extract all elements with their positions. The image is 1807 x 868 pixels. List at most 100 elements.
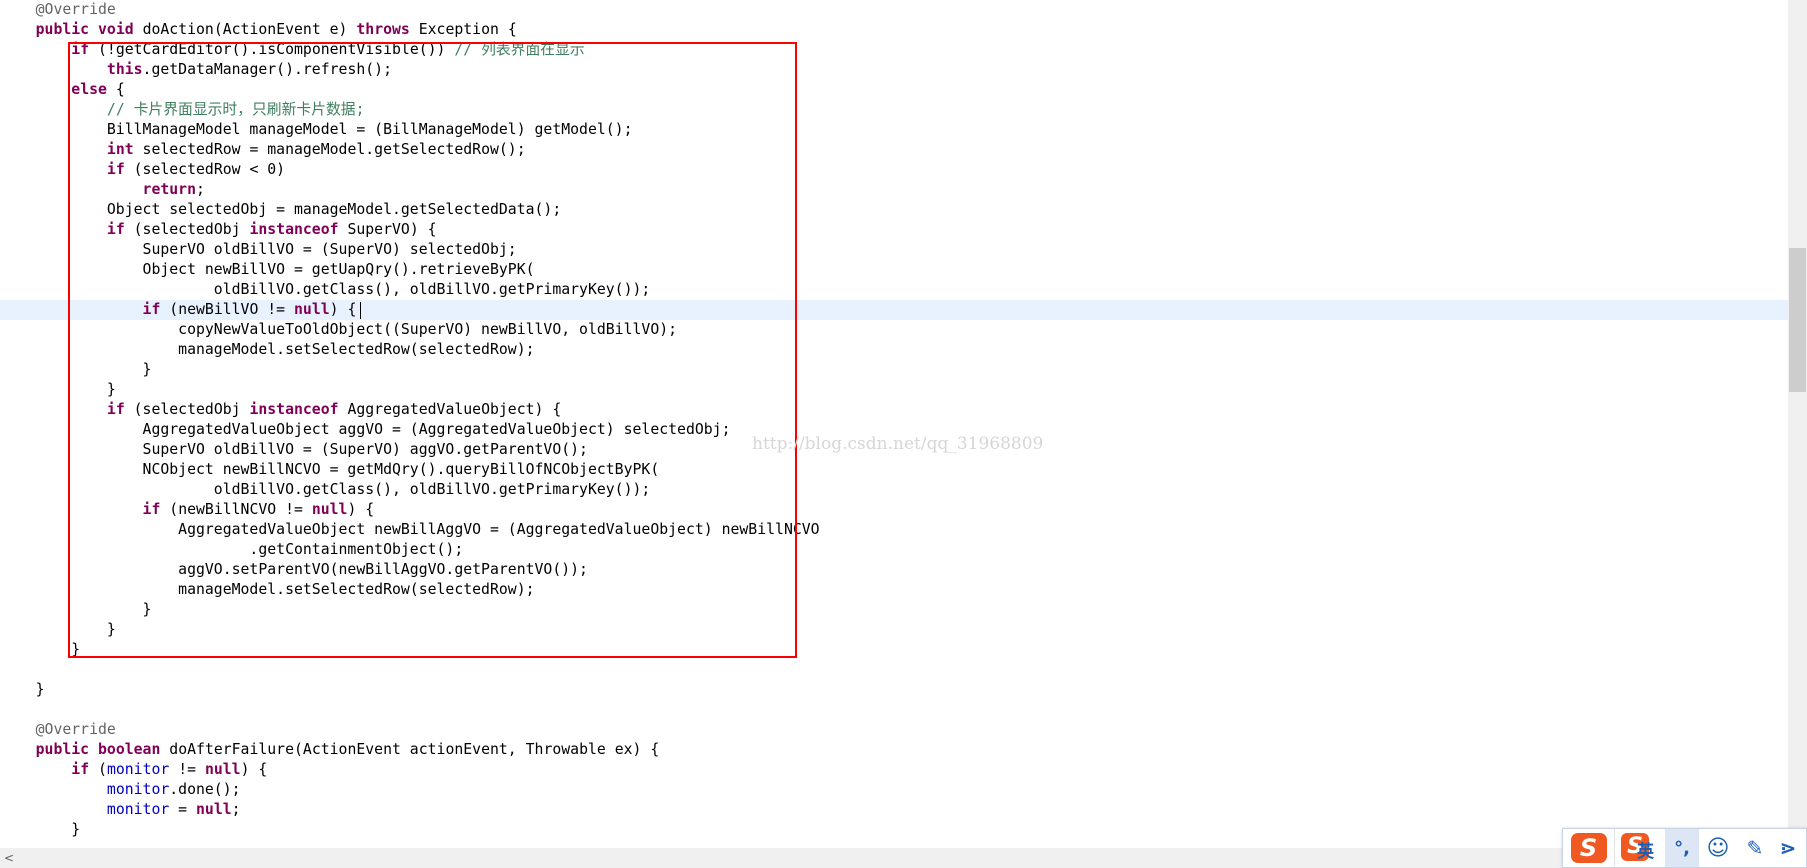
code-token: .done(); — [169, 781, 241, 798]
code-line[interactable]: .getContainmentObject(); — [0, 540, 1788, 560]
code-line[interactable]: monitor = null; — [0, 800, 1788, 820]
code-line[interactable] — [0, 660, 1788, 680]
code-token: SuperVO oldBillVO = (SuperVO) selectedOb… — [0, 241, 517, 258]
code-token: null — [196, 801, 232, 818]
code-line[interactable]: if (newBillVO != null) { — [0, 300, 1788, 320]
ime-logo-button[interactable]: S — [1563, 829, 1615, 867]
code-line[interactable]: if (!getCardEditor().isComponentVisible(… — [0, 40, 1788, 60]
code-token: SuperVO) { — [338, 221, 437, 238]
code-token: NCObject newBillNCVO = getMdQry().queryB… — [0, 461, 660, 478]
code-token: .getContainmentObject(); — [0, 541, 464, 558]
code-line[interactable]: if (monitor != null) { — [0, 760, 1788, 780]
code-token: } — [0, 821, 81, 838]
more-icon[interactable]: ⋗ — [1773, 829, 1803, 867]
code-line[interactable]: else { — [0, 80, 1788, 100]
code-line[interactable]: public boolean doAfterFailure(ActionEven… — [0, 740, 1788, 760]
code-line[interactable]: monitor.done(); — [0, 780, 1788, 800]
code-line[interactable]: return; — [0, 180, 1788, 200]
code-line[interactable]: manageModel.setSelectedRow(selectedRow); — [0, 580, 1788, 600]
code-token: .getDataManager().refresh(); — [142, 61, 392, 78]
code-token: monitor — [106, 761, 170, 778]
code-line[interactable]: } — [0, 600, 1788, 620]
code-token: (newBillNCVO != — [160, 501, 312, 518]
ime-punctuation-toggle[interactable]: °, — [1665, 829, 1699, 867]
code-line[interactable]: if (selectedRow < 0) — [0, 160, 1788, 180]
code-token: null — [204, 761, 241, 778]
code-line[interactable]: manageModel.setSelectedRow(selectedRow); — [0, 340, 1788, 360]
code-line[interactable]: SuperVO oldBillVO = (SuperVO) selectedOb… — [0, 240, 1788, 260]
code-token: instanceof — [249, 401, 339, 418]
code-token: void — [98, 21, 134, 38]
scroll-left-arrow-icon[interactable]: < — [2, 850, 16, 866]
code-token: } — [0, 621, 116, 638]
code-line[interactable]: this.getDataManager().refresh(); — [0, 60, 1788, 80]
code-line[interactable]: oldBillVO.getClass(), oldBillVO.getPrima… — [0, 480, 1788, 500]
code-token: if — [106, 221, 125, 238]
code-token: monitor — [106, 801, 170, 818]
code-line[interactable]: } — [0, 360, 1788, 380]
code-line[interactable]: AggregatedValueObject newBillAggVO = (Ag… — [0, 520, 1788, 540]
code-line[interactable]: } — [0, 380, 1788, 400]
code-token: (selectedObj — [124, 401, 250, 418]
vertical-scrollbar[interactable] — [1788, 0, 1807, 848]
code-line[interactable]: if (selectedObj instanceof AggregatedVal… — [0, 400, 1788, 420]
pen-icon[interactable]: ✎ — [1737, 829, 1773, 867]
code-token: null — [311, 501, 348, 518]
code-token: SuperVO oldBillVO = (SuperVO) aggVO.getP… — [0, 441, 588, 458]
horizontal-scrollbar[interactable]: < — [0, 848, 1807, 868]
code-line[interactable]: int selectedRow = manageModel.getSelecte… — [0, 140, 1788, 160]
code-token: @Override — [35, 1, 116, 18]
code-line[interactable]: } — [0, 640, 1788, 660]
code-token: } — [0, 601, 152, 618]
code-token: this — [106, 61, 143, 78]
code-line[interactable]: // 卡片界面显示时，只刷新卡片数据; — [0, 100, 1788, 120]
code-token: if — [106, 161, 125, 178]
code-token: } — [0, 681, 45, 698]
code-line[interactable]: @Override — [0, 0, 1788, 20]
code-token: if — [71, 761, 90, 778]
code-area[interactable]: @Override public void doAction(ActionEve… — [0, 0, 1788, 840]
code-token: AggregatedValueObject aggVO = (Aggregate… — [0, 421, 731, 438]
code-line[interactable]: } — [0, 680, 1788, 700]
emoji-icon[interactable]: ☺ — [1699, 829, 1737, 867]
code-token: return — [142, 181, 196, 198]
code-editor[interactable]: @Override public void doAction(ActionEve… — [0, 0, 1788, 848]
code-token: manageModel.setSelectedRow(selectedRow); — [0, 341, 535, 358]
code-line[interactable]: oldBillVO.getClass(), oldBillVO.getPrima… — [0, 280, 1788, 300]
code-line[interactable]: } — [0, 820, 1788, 840]
code-token: != — [169, 761, 205, 778]
code-line[interactable]: if (newBillNCVO != null) { — [0, 500, 1788, 520]
code-line[interactable] — [0, 700, 1788, 720]
sogou-logo-icon: S — [1570, 833, 1607, 863]
code-token: // 列表界面在显示 — [454, 41, 585, 58]
code-token: Object selectedObj = manageModel.getSele… — [0, 201, 562, 218]
ime-toolbar[interactable]: S S 英 °, ☺ ✎ ⋗ — [1562, 828, 1807, 868]
code-line[interactable]: } — [0, 620, 1788, 640]
code-line[interactable]: @Override — [0, 720, 1788, 740]
code-token: if — [142, 301, 161, 318]
code-line[interactable]: aggVO.setParentVO(newBillAggVO.getParent… — [0, 560, 1788, 580]
code-token: oldBillVO.getClass(), oldBillVO.getPrima… — [0, 281, 651, 298]
code-line[interactable]: if (selectedObj instanceof SuperVO) { — [0, 220, 1788, 240]
code-line[interactable]: NCObject newBillNCVO = getMdQry().queryB… — [0, 460, 1788, 480]
code-token: (!getCardEditor().isComponentVisible()) — [89, 41, 455, 58]
code-line[interactable]: public void doAction(ActionEvent e) thro… — [0, 20, 1788, 40]
vertical-scrollbar-thumb[interactable] — [1789, 248, 1806, 392]
code-line[interactable]: Object selectedObj = manageModel.getSele… — [0, 200, 1788, 220]
ime-language-toggle[interactable]: S 英 — [1615, 829, 1665, 867]
code-token: (selectedRow < 0) — [124, 161, 286, 178]
code-line[interactable]: copyNewValueToOldObject((SuperVO) newBil… — [0, 320, 1788, 340]
code-line[interactable]: Object newBillVO = getUapQry().retrieveB… — [0, 260, 1788, 280]
code-line[interactable]: BillManageModel manageModel = (BillManag… — [0, 120, 1788, 140]
